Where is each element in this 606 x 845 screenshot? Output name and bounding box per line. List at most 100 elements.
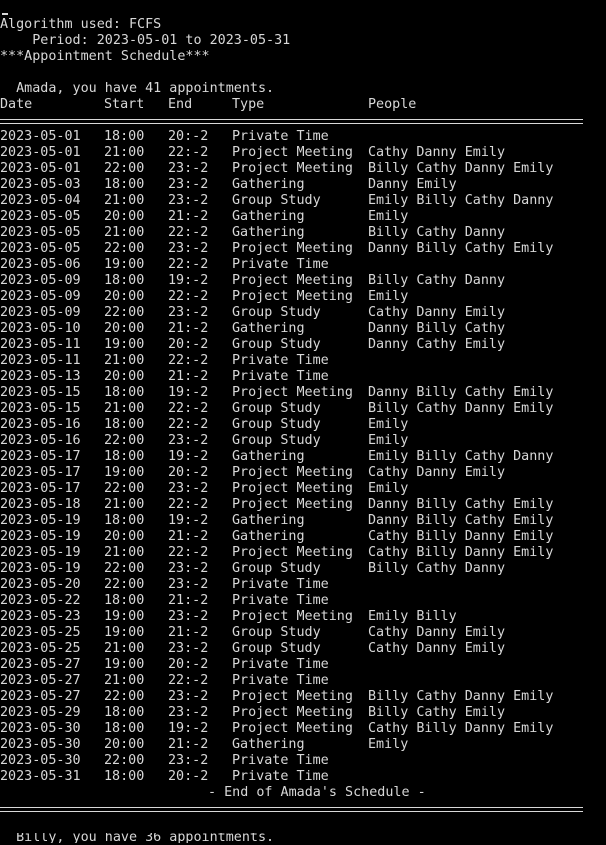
cell-type: Project Meeting (232, 497, 353, 512)
schedule-title: ***Appointment Schedule*** (0, 49, 210, 64)
cell-end: 23:-2 (168, 481, 209, 496)
cell-date: 2023-05-19 (0, 513, 81, 528)
column-header-type: Type (232, 97, 265, 112)
table-row: 2023-05-22 18:00 21:-2 Private Time (0, 593, 606, 609)
cell-type: Gathering (232, 449, 305, 464)
table-row: 2023-05-30 20:00 21:-2 Gathering Emily (0, 737, 606, 753)
cell-type: Private Time (232, 593, 329, 608)
cell-people: Emily (368, 289, 409, 304)
cell-end: 23:-2 (168, 753, 209, 768)
cell-type: Project Meeting (232, 705, 353, 720)
cell-people: Billy Cathy Emily (368, 705, 506, 720)
table-row: 2023-05-17 18:00 19:-2 Gathering Emily Billy… (0, 449, 606, 465)
cell-start: 20:00 (104, 209, 145, 224)
cell-people: Billy Cathy Danny (368, 225, 506, 240)
cell-people: Cathy Danny Emily (368, 145, 506, 160)
cell-date: 2023-05-01 (0, 161, 81, 176)
cell-end: 22:-2 (168, 225, 209, 240)
cell-start: 19:00 (104, 625, 145, 640)
cell-start: 19:00 (104, 337, 145, 352)
cell-date: 2023-05-25 (0, 641, 81, 656)
algorithm-line: Algorithm used: FCFS (0, 17, 162, 32)
table-row: 2023-05-06 19:00 22:-2 Private Time (0, 257, 606, 273)
cell-type: Group Study (232, 193, 321, 208)
cell-start: 20:00 (104, 529, 145, 544)
cell-end: 22:-2 (168, 673, 209, 688)
cell-date: 2023-05-09 (0, 273, 81, 288)
table-row: 2023-05-17 19:00 20:-2 Project Meeting Cathy… (0, 465, 606, 481)
cell-end: 23:-2 (168, 577, 209, 592)
table-row: 2023-05-05 21:00 22:-2 Gathering Billy Cathy… (0, 225, 606, 241)
cell-end: 19:-2 (168, 449, 209, 464)
cell-date: 2023-05-30 (0, 721, 81, 736)
cell-date: 2023-05-27 (0, 657, 81, 672)
cell-date: 2023-05-06 (0, 257, 81, 272)
cell-end: 19:-2 (168, 513, 209, 528)
cell-date: 2023-05-10 (0, 321, 81, 336)
cell-people: Billy Cathy Danny (368, 273, 506, 288)
cell-start: 21:00 (104, 353, 145, 368)
cell-start: 21:00 (104, 545, 145, 560)
cell-start: 22:00 (104, 161, 145, 176)
table-row: 2023-05-30 22:00 23:-2 Private Time (0, 753, 606, 769)
column-header-end: End (168, 97, 193, 112)
cell-start: 22:00 (104, 241, 145, 256)
cell-date: 2023-05-03 (0, 177, 81, 192)
cell-date: 2023-05-15 (0, 385, 81, 400)
cell-people: Emily (368, 417, 409, 432)
cell-start: 22:00 (104, 689, 145, 704)
table-row: 2023-05-17 22:00 23:-2 Project Meeting Emily (0, 481, 606, 497)
cell-people: Cathy Danny Emily (368, 641, 506, 656)
cell-people: Cathy Danny Emily (368, 305, 506, 320)
cell-people: Cathy Billy Danny Emily (368, 545, 554, 560)
cell-start: 19:00 (104, 609, 145, 624)
table-row: 2023-05-27 19:00 20:-2 Private Time (0, 657, 606, 673)
cell-end: 21:-2 (168, 369, 209, 384)
column-header-people: People (368, 97, 417, 112)
cell-type: Private Time (232, 657, 329, 672)
cell-start: 18:00 (104, 129, 145, 144)
period-line: Period: 2023-05-01 to 2023-05-31 (0, 1, 606, 48)
cell-start: 20:00 (104, 289, 145, 304)
cell-start: 22:00 (104, 577, 145, 592)
cell-end: 21:-2 (168, 209, 209, 224)
cell-end: 21:-2 (168, 593, 209, 608)
cell-end: 20:-2 (168, 129, 209, 144)
cell-start: 22:00 (104, 481, 145, 496)
table-row: 2023-05-01 18:00 20:-2 Private Time (0, 129, 606, 145)
cell-date: 2023-05-09 (0, 305, 81, 320)
cell-people: Emily (368, 737, 409, 752)
end-of-schedule-text: - End of Amada's Schedule - (208, 785, 426, 800)
cell-people: Danny Cathy Emily (368, 337, 506, 352)
cell-start: 18:00 (104, 593, 145, 608)
cell-end: 23:-2 (168, 177, 209, 192)
cell-people: Danny Billy Cathy Emily (368, 385, 554, 400)
cell-type: Group Study (232, 561, 321, 576)
cell-people: Danny Billy Cathy Emily (368, 497, 554, 512)
cell-type: Group Study (232, 337, 321, 352)
cell-end: 22:-2 (168, 545, 209, 560)
column-header-date: Date (0, 97, 33, 112)
table-row: 2023-05-31 18:00 20:-2 Private Time (0, 769, 606, 785)
table-row: 2023-05-11 21:00 22:-2 Private Time (0, 353, 606, 369)
appointment-table: 2023-05-01 18:00 20:-2 Private Time 2023-05-… (0, 129, 606, 785)
cell-type: Project Meeting (232, 161, 353, 176)
cell-start: 20:00 (104, 369, 145, 384)
column-header-start: Start (104, 97, 145, 112)
cell-type: Project Meeting (232, 465, 353, 480)
cell-start: 18:00 (104, 721, 145, 736)
cell-end: 22:-2 (168, 401, 209, 416)
cell-end: 22:-2 (168, 497, 209, 512)
cell-date: 2023-05-20 (0, 577, 81, 592)
cell-people: Danny Billy Cathy Emily (368, 513, 554, 528)
cell-start: 18:00 (104, 177, 145, 192)
cell-end: 22:-2 (168, 257, 209, 272)
cell-type: Project Meeting (232, 545, 353, 560)
cell-end: 23:-2 (168, 689, 209, 704)
cell-end: 22:-2 (168, 289, 209, 304)
table-row: 2023-05-30 18:00 19:-2 Project Meeting Cathy… (0, 721, 606, 737)
table-row: 2023-05-13 20:00 21:-2 Private Time (0, 369, 606, 385)
cell-date: 2023-05-23 (0, 609, 81, 624)
